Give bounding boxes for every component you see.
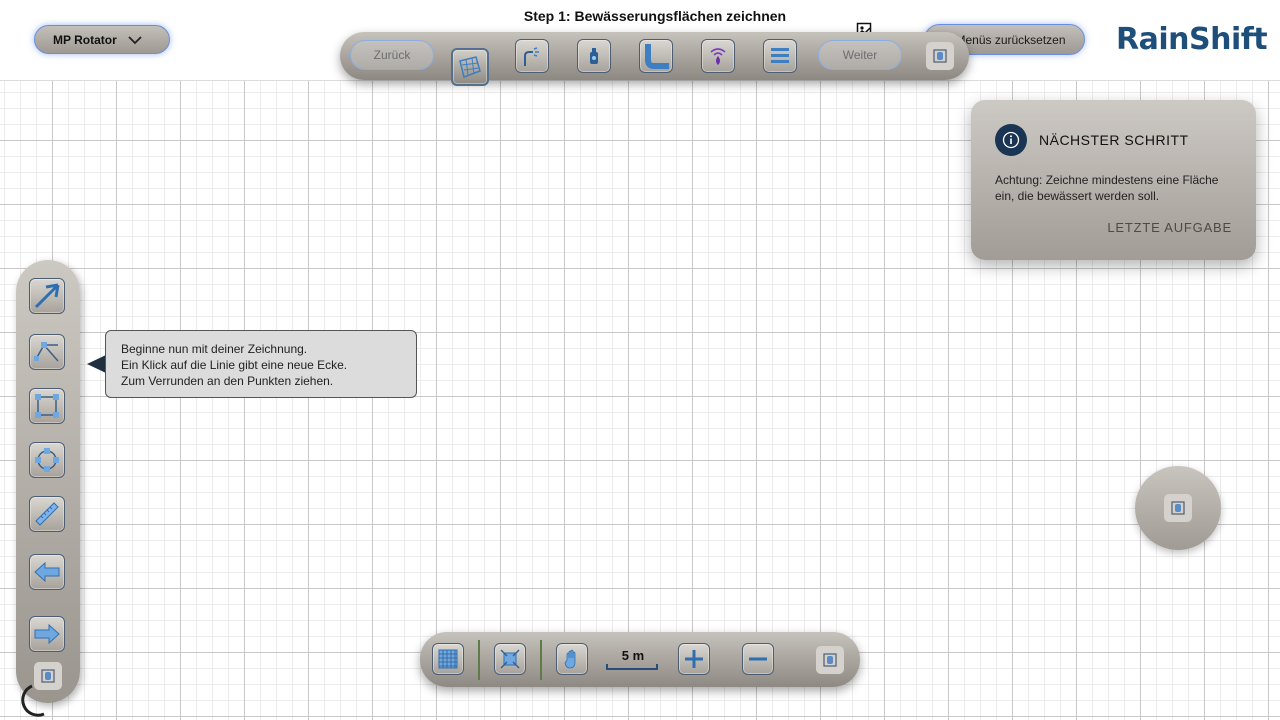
- tool-undo[interactable]: [29, 554, 65, 590]
- last-task-link[interactable]: LETZTE AUFGABE: [1107, 220, 1232, 235]
- round-corners-icon: [35, 448, 59, 472]
- tool-valve[interactable]: [577, 39, 611, 73]
- bottom-toolbar-drag-handle[interactable]: [816, 646, 844, 674]
- back-button[interactable]: Zurück: [350, 40, 434, 70]
- controller-icon: [710, 48, 726, 65]
- scale-bar: [606, 664, 658, 670]
- next-button[interactable]: Weiter: [818, 40, 902, 70]
- panel-text: Achtung: Zeichne mindestens eine Fläche …: [995, 173, 1219, 203]
- hand-icon: [933, 49, 947, 63]
- bottom-toolbar: 5 m: [420, 632, 860, 687]
- area-draw-icon: [459, 56, 481, 78]
- left-toolbar: [16, 260, 80, 703]
- scale-label: 5 m: [621, 648, 645, 663]
- tool-rectangle[interactable]: [29, 388, 65, 424]
- list-icon: [771, 48, 789, 63]
- pan-button[interactable]: [556, 643, 588, 675]
- grid-toggle[interactable]: [432, 643, 464, 675]
- undo-arrow-icon: [34, 561, 60, 583]
- zoom-out-button[interactable]: [742, 643, 774, 675]
- tool-list[interactable]: [763, 39, 797, 73]
- redo-arrow-icon: [34, 623, 60, 645]
- fit-view-button[interactable]: [494, 643, 526, 675]
- tool-area-draw[interactable]: [451, 48, 489, 86]
- fit-view-icon: [500, 649, 520, 669]
- pan-hand-icon: [564, 649, 576, 669]
- grid-icon: [438, 649, 458, 669]
- fab-handle: [1164, 494, 1192, 522]
- info-icon: [995, 124, 1027, 156]
- measure-icon: [35, 502, 59, 526]
- step-title: Step 1: Bewässerungsflächen zeichnen: [523, 8, 787, 24]
- separator: [478, 640, 480, 680]
- tool-round-corners[interactable]: [29, 442, 65, 478]
- zoom-out-icon: [749, 657, 767, 661]
- hint-arrow: [87, 355, 106, 373]
- tool-redo[interactable]: [29, 616, 65, 652]
- rainshift-logo: RainShift: [1116, 22, 1268, 57]
- zoom-in-button[interactable]: [678, 643, 710, 675]
- sprinkler-icon: [524, 47, 539, 66]
- loading-icon: [21, 684, 45, 717]
- product-select-label: MP Rotator: [53, 32, 117, 47]
- hand-icon: [41, 669, 55, 683]
- chevron-down-icon: [128, 36, 142, 45]
- separator: [540, 640, 542, 680]
- select-arrow-icon: [34, 283, 60, 309]
- top-toolbar: Zurück Weiter: [340, 32, 969, 86]
- panel-title: NÄCHSTER SCHRITT: [1039, 132, 1189, 148]
- tool-controller[interactable]: [701, 39, 735, 73]
- hint-line: Beginne nun mit deiner Zeichnung.: [121, 342, 308, 356]
- tool-add-corner[interactable]: [29, 334, 65, 370]
- tool-sprinkler[interactable]: [515, 39, 549, 73]
- add-corner-icon: [34, 342, 59, 362]
- tool-pipe[interactable]: [639, 39, 673, 73]
- next-step-panel: NÄCHSTER SCHRITT Achtung: Zeichne mindes…: [971, 100, 1256, 260]
- floating-action-button[interactable]: [1135, 466, 1221, 550]
- pipe-icon: [645, 44, 669, 69]
- top-toolbar-drag-handle[interactable]: [926, 42, 954, 70]
- tool-measure[interactable]: [29, 496, 65, 532]
- hint-line: Ein Klick auf die Linie gibt eine neue E…: [121, 358, 348, 372]
- zoom-in-icon: [685, 650, 703, 668]
- hint-line: Zum Verrunden an den Punkten ziehen.: [121, 374, 334, 388]
- hand-icon: [1171, 501, 1185, 515]
- product-select[interactable]: MP Rotator: [34, 25, 170, 54]
- tool-select[interactable]: [29, 278, 65, 314]
- drawing-hint: Beginne nun mit deiner Zeichnung. Ein Kl…: [105, 330, 417, 398]
- valve-icon: [590, 48, 598, 64]
- rectangle-icon: [35, 394, 59, 418]
- hand-icon: [823, 653, 837, 667]
